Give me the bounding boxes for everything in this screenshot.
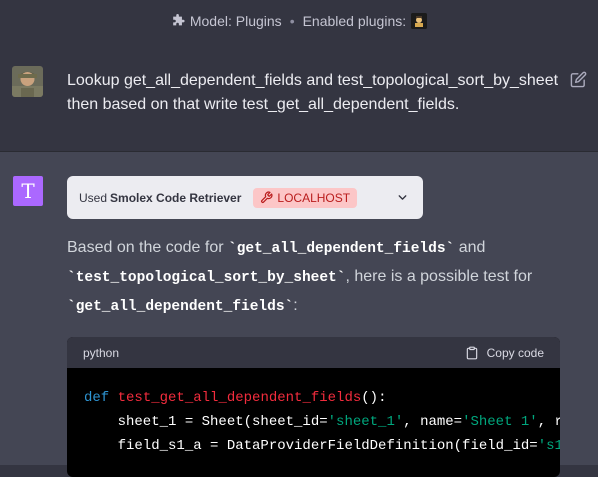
clipboard-icon (466, 346, 477, 359)
code-text: field_s1_a = DataProviderFieldDefinition… (84, 438, 538, 454)
answer-text-2: and (454, 239, 486, 256)
code-string: 's1 (537, 438, 560, 454)
inline-code-2: `test_topological_sort_by_sheet` (67, 270, 346, 286)
code-block-header: python Copy code (67, 337, 560, 368)
separator-dot: • (289, 13, 295, 29)
enabled-plugins-label: Enabled plugins: (302, 13, 407, 29)
code-content: def test_get_all_dependent_fields(): she… (67, 368, 560, 458)
assistant-message-row: T Used Smolex Code Retriever LOCALHOST B… (0, 152, 598, 477)
chevron-down-icon[interactable] (396, 191, 409, 204)
answer-text-4: : (293, 297, 298, 314)
code-text: , r (537, 414, 560, 430)
copy-code-label: Copy code (486, 345, 544, 360)
user-avatar (12, 66, 43, 97)
answer-text-1: Based on the code for (67, 239, 228, 256)
localhost-badge: LOCALHOST (253, 187, 358, 208)
code-function-name: test_get_all_dependent_fields (117, 390, 362, 406)
inline-code-3: `get_all_dependent_fields` (67, 299, 294, 315)
code-text: (): (361, 390, 387, 406)
badge-label: LOCALHOST (277, 190, 351, 205)
puzzle-icon (173, 14, 185, 26)
code-text: , name= (403, 414, 463, 430)
code-keyword: def (84, 390, 110, 406)
code-language-label: python (83, 345, 120, 360)
edit-icon[interactable] (570, 71, 587, 88)
code-string: 'sheet_1' (327, 414, 404, 430)
answer-text-3: , here is a possible test for (345, 268, 533, 285)
code-text: sheet_1 = Sheet(sheet_id= (84, 414, 328, 430)
model-info-bar: Model: Plugins • Enabled plugins: (0, 0, 598, 43)
code-string: 'Sheet 1' (462, 414, 538, 430)
wrench-icon (261, 191, 273, 203)
code-block: python Copy code def test_get_all_depend… (67, 337, 560, 477)
user-message-row: Lookup get_all_dependent_fields and test… (0, 42, 598, 152)
code-line: sheet_1 = Sheet(sheet_id='sheet_1', name… (84, 410, 560, 434)
plugin-used-label: Used (79, 190, 108, 205)
assistant-answer-text: Based on the code for `get_all_dependent… (67, 234, 567, 321)
inline-code-1: `get_all_dependent_fields` (228, 241, 455, 257)
copy-code-button[interactable]: Copy code (465, 346, 544, 360)
code-line: def test_get_all_dependent_fields(): (84, 386, 560, 410)
model-label: Model: Plugins (189, 13, 282, 29)
plugin-logo-icon[interactable] (411, 13, 428, 29)
plugin-usage-card[interactable]: Used Smolex Code Retriever LOCALHOST (67, 176, 423, 219)
code-line: field_s1_a = DataProviderFieldDefinition… (84, 434, 560, 458)
assistant-avatar: T (13, 176, 43, 206)
plugin-name: Smolex Code Retriever (110, 190, 242, 205)
user-message-text: Lookup get_all_dependent_fields and test… (67, 72, 559, 113)
